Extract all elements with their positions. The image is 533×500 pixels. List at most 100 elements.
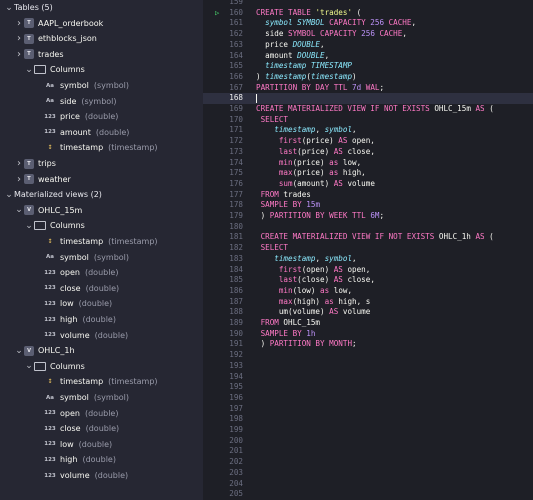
code-line[interactable]: 177 FROM trades xyxy=(203,190,533,201)
tables-section[interactable]: ⌄ Tables (5) xyxy=(4,0,53,15)
code-editor[interactable]: 159 ▷ 160 CREATE TABLE 'trades' (161 symbol… xyxy=(203,0,533,500)
code-line[interactable]: 191 ) PARTITION BY MONTH; xyxy=(203,339,533,350)
chevron-down-icon[interactable]: ⌄ xyxy=(14,206,24,215)
code-line[interactable]: 192 xyxy=(203,350,533,361)
table-item[interactable]: › Ttrips xyxy=(14,156,56,171)
column-item[interactable]: ↕ timestamp (timestamp) xyxy=(44,374,157,389)
code-line[interactable]: 175 max(price) as high, xyxy=(203,168,533,179)
column-item[interactable]: 123 open (double) xyxy=(44,406,118,421)
column-item[interactable]: 123 amount (double) xyxy=(44,125,129,140)
column-item[interactable]: 123 high (double) xyxy=(44,312,116,327)
materialized-view-item[interactable]: ⌄ V OHLC_1h xyxy=(14,343,75,358)
column-item[interactable]: 123 low (double) xyxy=(44,296,112,311)
code-line[interactable]: 181 CREATE MATERIALIZED VIEW IF NOT EXIS… xyxy=(203,232,533,243)
column-item[interactable]: ↕ timestamp (timestamp) xyxy=(44,140,157,155)
code-token: FROM xyxy=(256,189,279,199)
columns-folder[interactable]: ⌄ Columns xyxy=(24,218,85,233)
code-line[interactable]: 178 SAMPLE BY 15m xyxy=(203,200,533,211)
table-item[interactable]: › Tweather xyxy=(14,172,71,187)
code-line[interactable]: 159 xyxy=(203,0,533,8)
chevron-right-icon[interactable]: › xyxy=(14,18,24,29)
code-line[interactable]: 168 xyxy=(203,93,533,104)
chevron-down-icon[interactable]: ⌄ xyxy=(24,221,34,230)
code-line[interactable]: 170 SELECT xyxy=(203,115,533,126)
code-line[interactable]: 200 xyxy=(203,436,533,447)
code-line[interactable]: 161 symbol SYMBOL CAPACITY 256 CACHE, xyxy=(203,18,533,29)
columns-folder[interactable]: ⌄ Columns xyxy=(24,359,85,374)
code-line[interactable]: 205 xyxy=(203,489,533,500)
code-line[interactable]: 184 first(open) AS open, xyxy=(203,265,533,276)
chevron-down-icon[interactable]: ⌄ xyxy=(24,65,34,74)
code-line[interactable]: 166) timestamp(timestamp) xyxy=(203,72,533,83)
code-line[interactable]: 162 side SYMBOL CAPACITY 256 CACHE, xyxy=(203,29,533,40)
code-line[interactable]: ▷ 160 CREATE TABLE 'trades' ( xyxy=(203,8,533,19)
code-line[interactable]: 196 xyxy=(203,393,533,404)
code-line[interactable]: 186 min(low) as low, xyxy=(203,286,533,297)
column-item[interactable]: 123 open (double) xyxy=(44,265,118,280)
chevron-right-icon[interactable]: › xyxy=(14,174,24,185)
code-line[interactable]: 185 last(close) AS close, xyxy=(203,275,533,286)
code-token: , xyxy=(352,125,357,135)
code-line[interactable]: 189 FROM OHLC_15m xyxy=(203,318,533,329)
chevron-right-icon[interactable]: › xyxy=(14,49,24,60)
chevron-down-icon[interactable]: ⌄ xyxy=(24,362,34,371)
code-line[interactable]: 183 timestamp, symbol, xyxy=(203,254,533,265)
chevron-down-icon[interactable]: ⌄ xyxy=(4,190,14,199)
code-line[interactable]: 198 xyxy=(203,414,533,425)
column-item[interactable]: ↕ timestamp (timestamp) xyxy=(44,234,157,249)
column-item[interactable]: Aa side (symbol) xyxy=(44,94,117,109)
code-line[interactable]: 165 timestamp TIMESTAMP xyxy=(203,61,533,72)
chevron-right-icon[interactable]: › xyxy=(14,158,24,169)
tree-label: OHLC_15m xyxy=(38,205,83,215)
code-line[interactable]: 173 last(price) AS close, xyxy=(203,147,533,158)
line-number: 182 xyxy=(229,243,243,253)
code-line[interactable]: 169 CREATE MATERIALIZED VIEW IF NOT EXIST… xyxy=(203,104,533,115)
code-line[interactable]: 199 xyxy=(203,425,533,436)
code-token: OHLC_15m xyxy=(278,318,321,327)
column-item[interactable]: 123 volume (double) xyxy=(44,328,128,343)
code-line[interactable]: 167 PARTITION BY DAY TTL 7d WAL; xyxy=(203,83,533,94)
code-line[interactable]: 182 SELECT xyxy=(203,243,533,254)
columns-folder[interactable]: ⌄ Columns xyxy=(24,62,85,77)
code-line[interactable]: 171 timestamp, symbol, xyxy=(203,125,533,136)
column-item[interactable]: 123 close (double) xyxy=(44,421,119,436)
code-token: , xyxy=(402,29,407,39)
column-item[interactable]: 123 high (double) xyxy=(44,452,116,467)
materialized-views-section[interactable]: ⌄ Materialized views (2) xyxy=(4,187,102,202)
code-line[interactable]: 202 xyxy=(203,457,533,468)
code-line[interactable]: 194 xyxy=(203,372,533,383)
column-item[interactable]: 123 low (double) xyxy=(44,437,112,452)
code-line[interactable]: 193 xyxy=(203,361,533,372)
chevron-down-icon[interactable]: ⌄ xyxy=(4,3,14,12)
chevron-right-icon[interactable]: › xyxy=(14,33,24,44)
code-line[interactable]: 164 amount DOUBLE, xyxy=(203,51,533,62)
chevron-down-icon[interactable]: ⌄ xyxy=(14,346,24,355)
column-item[interactable]: Aa symbol (symbol) xyxy=(44,78,129,93)
table-item[interactable]: › T AAPL_orderbook xyxy=(14,16,103,31)
code-line[interactable]: 190 SAMPLE BY 1h xyxy=(203,329,533,340)
materialized-view-item[interactable]: ⌄ V OHLC_15m xyxy=(14,203,82,218)
code-line[interactable]: 203 xyxy=(203,468,533,479)
code-line[interactable]: 197 xyxy=(203,404,533,415)
code-line[interactable]: 187 max(high) as high, s xyxy=(203,297,533,308)
code-line[interactable]: 163 price DOUBLE, xyxy=(203,40,533,51)
column-item[interactable]: Aa symbol (symbol) xyxy=(44,250,129,265)
code-line[interactable]: 201 xyxy=(203,446,533,457)
code-line[interactable]: 180 xyxy=(203,222,533,233)
column-item[interactable]: 123 volume (double) xyxy=(44,468,128,483)
table-item[interactable]: › Ttrades xyxy=(14,47,64,62)
code-line[interactable]: 176 sum(amount) AS volume xyxy=(203,179,533,190)
table-item[interactable]: › Tethblocks_json xyxy=(14,31,97,46)
run-query-icon[interactable]: ▷ xyxy=(215,8,219,19)
code-line[interactable]: 188 um(volume) AS volume xyxy=(203,307,533,318)
tree-label: Tables (5) xyxy=(14,3,53,12)
code-line[interactable]: 179 ) PARTITION BY WEEK TTL 6M; xyxy=(203,211,533,222)
column-item[interactable]: 123 price (double) xyxy=(44,109,118,124)
code-line[interactable]: 174 min(price) as low, xyxy=(203,158,533,169)
code-line[interactable]: 172 first(price) AS open, xyxy=(203,136,533,147)
code-line[interactable]: 195 xyxy=(203,382,533,393)
column-item[interactable]: 123 close (double) xyxy=(44,281,119,296)
column-item[interactable]: Aa symbol (symbol) xyxy=(44,390,129,405)
code-line[interactable]: 204 xyxy=(203,479,533,490)
tree-label: weather xyxy=(38,174,71,184)
